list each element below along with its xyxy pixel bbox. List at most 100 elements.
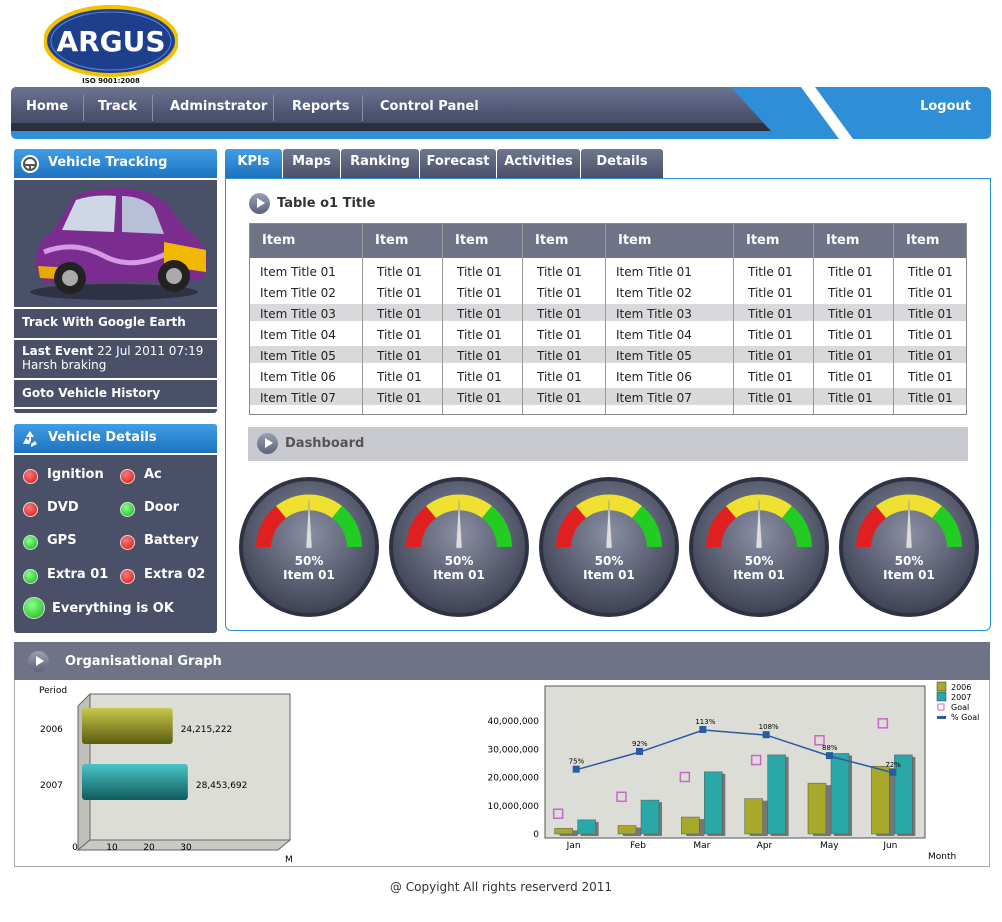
table-cell: Title 01 xyxy=(377,349,422,363)
kpi-gauge[interactable]: 50% Item 01 xyxy=(538,476,680,618)
last-event-time: 22 Jul 2011 07:19 xyxy=(97,344,204,358)
table-header-cell[interactable]: Item xyxy=(250,224,362,258)
table-cell: Title 01 xyxy=(537,265,582,279)
table-cell: Item Title 01 xyxy=(260,265,336,279)
table-cell: Title 01 xyxy=(908,265,953,279)
tab-ranking[interactable]: Ranking xyxy=(341,149,419,178)
gauge-value: 50% xyxy=(294,554,324,568)
org-graph-header: Organisational Graph xyxy=(14,642,990,680)
table-cell: Title 01 xyxy=(457,349,502,363)
table-header-cell[interactable]: Item xyxy=(734,224,813,258)
legend-swatch xyxy=(937,716,946,719)
nav-reports[interactable]: Reports xyxy=(292,99,349,114)
org-graph-title: Organisational Graph xyxy=(65,654,222,669)
table-cell: Title 01 xyxy=(908,370,953,384)
gauge-label: Item 01 xyxy=(583,568,635,582)
vehicle-tracking-title: Vehicle Tracking xyxy=(48,155,168,170)
table-cell: Item Title 03 xyxy=(616,307,692,321)
table-cell: Item Title 05 xyxy=(616,349,692,363)
overall-status-label: Everything is OK xyxy=(52,601,174,616)
pct-goal-label: 75% xyxy=(569,758,585,766)
table-header-cell[interactable]: Item xyxy=(606,224,733,258)
vehicle-detail-label: Extra 02 xyxy=(144,567,206,582)
kpi-gauge[interactable]: 50% Item 01 xyxy=(388,476,530,618)
pct-goal-point xyxy=(889,768,897,776)
table-cell: Item Title 04 xyxy=(260,328,336,342)
recycle-icon xyxy=(23,431,37,447)
y-tick-label: 40,000,000 xyxy=(487,717,539,727)
vehicle-history-link[interactable]: Goto Vehicle History xyxy=(14,378,217,409)
main-nav: Home Track Adminstrator Reports Control … xyxy=(11,87,991,139)
nav-administrator[interactable]: Adminstrator xyxy=(170,99,267,114)
vehicle-detail-label: Ac xyxy=(144,467,162,482)
vehicle-detail-label: Door xyxy=(144,500,180,515)
pct-goal-point xyxy=(572,765,580,773)
logout-button[interactable]: Logout xyxy=(920,99,971,114)
y-tick-label: 20,000,000 xyxy=(487,774,539,784)
tab-details[interactable]: Details xyxy=(581,149,663,178)
play-icon xyxy=(28,651,49,672)
bar-2007-Jan xyxy=(577,819,596,835)
status-dot-icon xyxy=(120,469,135,484)
table-cell: Item Title 05 xyxy=(260,349,336,363)
table-header-cell[interactable]: Item xyxy=(363,224,442,258)
bar-2007-May xyxy=(830,753,850,835)
table-cell: Title 01 xyxy=(457,286,502,300)
value-label: 24,215,222 xyxy=(181,725,233,735)
track-google-earth-link[interactable]: Track With Google Earth xyxy=(14,307,217,338)
table-cell: Item Title 02 xyxy=(616,286,692,300)
table-cell: Item Title 07 xyxy=(260,391,336,405)
table-header-cell[interactable]: Item xyxy=(523,224,605,258)
tab-activities[interactable]: Activities xyxy=(497,149,580,178)
table-header-cell[interactable]: Item xyxy=(814,224,893,258)
gauge-label: Item 01 xyxy=(433,568,485,582)
gauge-value: 50% xyxy=(444,554,474,568)
table-cell: Title 01 xyxy=(908,328,953,342)
last-event-desc: Harsh braking xyxy=(22,358,107,372)
bar-2006-Jun xyxy=(871,765,890,835)
vehicle-detail-label: Extra 01 xyxy=(47,567,109,582)
y-tick-label: 0 xyxy=(533,830,539,840)
status-dot-icon xyxy=(120,535,135,550)
kpi-gauge[interactable]: 50% Item 01 xyxy=(238,476,380,618)
bar-2006-May xyxy=(807,782,827,835)
table-header-cell[interactable]: Item xyxy=(894,224,966,258)
vehicle-details-title: Vehicle Details xyxy=(48,430,157,445)
vehicle-detail-label: Ignition xyxy=(47,467,104,482)
table-cell: Title 01 xyxy=(908,286,953,300)
tab-maps[interactable]: Maps xyxy=(283,149,340,178)
table-cell: Item Title 07 xyxy=(616,391,692,405)
nav-home[interactable]: Home xyxy=(26,99,68,114)
gauge-label: Item 01 xyxy=(883,568,935,582)
gauge-value: 50% xyxy=(894,554,924,568)
status-dot-icon xyxy=(23,569,38,584)
x-tick-label: Apr xyxy=(757,841,773,851)
tab-forecast[interactable]: Forecast xyxy=(420,149,496,178)
category-label: 2007 xyxy=(40,781,63,791)
table-cell: Title 01 xyxy=(748,328,793,342)
table-cell: Title 01 xyxy=(828,328,873,342)
table-cell: Item Title 06 xyxy=(260,370,336,384)
table-cell: Item Title 06 xyxy=(616,370,692,384)
bar-2006 xyxy=(82,708,173,744)
pct-goal-point xyxy=(762,731,770,739)
tab-kpis[interactable]: KPIs xyxy=(225,149,282,178)
table-cell: Title 01 xyxy=(377,286,422,300)
table-cell: Title 01 xyxy=(828,265,873,279)
table-header-cell[interactable]: Item xyxy=(443,224,522,258)
table-cell: Title 01 xyxy=(748,265,793,279)
nav-control-panel[interactable]: Control Panel xyxy=(380,99,479,114)
nav-track[interactable]: Track xyxy=(98,99,137,114)
kpi-gauge[interactable]: 50% Item 01 xyxy=(838,476,980,618)
table-cell: Title 01 xyxy=(377,328,422,342)
x-tick-label: 30 xyxy=(180,843,192,853)
kpi-gauge[interactable]: 50% Item 01 xyxy=(688,476,830,618)
table-cell: Title 01 xyxy=(457,370,502,384)
table-cell: Title 01 xyxy=(908,391,953,405)
vehicle-history-label: Goto Vehicle History xyxy=(22,386,161,400)
last-event-label: Last Event xyxy=(22,344,94,358)
y-tick-label: 30,000,000 xyxy=(487,745,539,755)
table-cell: Title 01 xyxy=(537,349,582,363)
table-cell: Title 01 xyxy=(908,307,953,321)
pct-goal-label: 92% xyxy=(632,740,648,748)
